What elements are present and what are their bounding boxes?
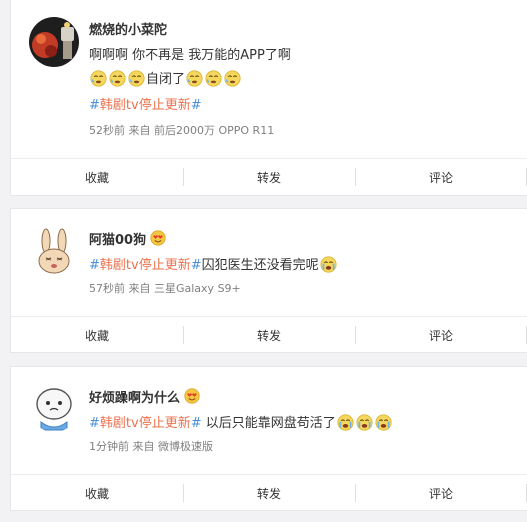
repost-button[interactable]: 转发	[183, 475, 355, 511]
sob-face-icon	[356, 414, 373, 431]
repost-button[interactable]: 转发	[183, 159, 355, 195]
post-text: #韩剧tv停止更新#囚犯医生还没看完呢	[89, 254, 338, 273]
post-body: 阿猫00狗 #韩剧tv停止更新#囚犯医生还没看完呢 57秒前 来自 三星Gala…	[11, 209, 527, 316]
action-bar: 收藏 转发 评论	[11, 316, 527, 353]
post-meta: 1分钟前 来自 微博极速版	[89, 440, 213, 453]
username[interactable]: 阿猫00狗	[89, 229, 166, 248]
avatar[interactable]	[29, 382, 79, 432]
sob-face-icon	[337, 414, 354, 431]
post-body: 燃烧的小菜陀 啊啊啊 你不再是 我万能的APP了啊 自闭了 #韩剧tv停止更新#…	[11, 0, 527, 158]
post-card: 好烦躁啊为什么 #韩剧tv停止更新# 以后只能靠网盘苟活了 1分钟前 来自 微博…	[10, 366, 527, 511]
comment-button[interactable]: 评论	[355, 159, 527, 195]
avatar[interactable]	[29, 227, 79, 277]
heart-eyes-badge-icon	[150, 230, 166, 246]
favorite-button[interactable]: 收藏	[11, 317, 183, 353]
favorite-button[interactable]: 收藏	[11, 475, 183, 511]
post-meta: 57秒前 来自 三星Galaxy S9+	[89, 282, 241, 295]
post-card: 阿猫00狗 #韩剧tv停止更新#囚犯医生还没看完呢 57秒前 来自 三星Gala…	[10, 208, 527, 353]
favorite-button[interactable]: 收藏	[11, 159, 183, 195]
hashtag-line: #韩剧tv停止更新#	[89, 94, 202, 113]
action-bar: 收藏 转发 评论	[11, 158, 527, 195]
cry-face-icon	[128, 70, 145, 87]
post-card: 燃烧的小菜陀 啊啊啊 你不再是 我万能的APP了啊 自闭了 #韩剧tv停止更新#…	[10, 0, 527, 196]
post-text: 啊啊啊 你不再是 我万能的APP了啊	[89, 48, 291, 63]
sob-face-icon	[375, 414, 392, 431]
cry-face-icon	[109, 70, 126, 87]
hashtag-link[interactable]: #韩剧tv停止更新#	[89, 416, 202, 431]
cry-face-icon	[90, 70, 107, 87]
weibo-feed: 燃烧的小菜陀 啊啊啊 你不再是 我万能的APP了啊 自闭了 #韩剧tv停止更新#…	[0, 0, 527, 522]
cry-face-icon	[224, 70, 241, 87]
repost-button[interactable]: 转发	[183, 317, 355, 353]
avatar[interactable]	[29, 17, 79, 67]
comment-button[interactable]: 评论	[355, 475, 527, 511]
hashtag-link[interactable]: #韩剧tv停止更新#	[89, 98, 202, 113]
post-text: #韩剧tv停止更新# 以后只能靠网盘苟活了	[89, 412, 393, 431]
cry-face-icon	[186, 70, 203, 87]
heart-eyes-badge-icon	[184, 388, 200, 404]
action-bar: 收藏 转发 评论	[11, 474, 527, 511]
hashtag-link[interactable]: #韩剧tv停止更新#	[89, 258, 202, 273]
post-body: 好烦躁啊为什么 #韩剧tv停止更新# 以后只能靠网盘苟活了 1分钟前 来自 微博…	[11, 367, 527, 474]
comment-button[interactable]: 评论	[355, 317, 527, 353]
post-text-emoji-line: 自闭了	[89, 68, 242, 87]
username[interactable]: 好烦躁啊为什么	[89, 387, 200, 406]
username[interactable]: 燃烧的小菜陀	[89, 19, 167, 38]
sob-face-icon	[320, 256, 337, 273]
cry-face-icon	[205, 70, 222, 87]
post-meta: 52秒前 来自 前后2000万 OPPO R11	[89, 124, 275, 137]
